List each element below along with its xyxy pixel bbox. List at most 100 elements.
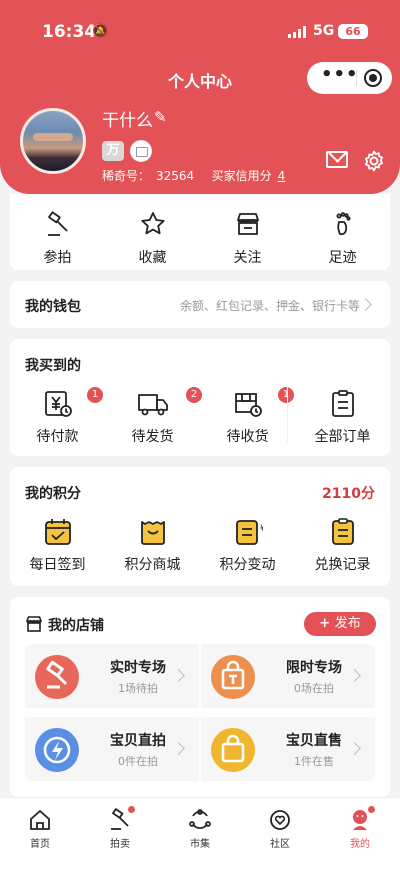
- wallet-row[interactable]: 我的钱包 余额、红包记录、押金、银行卡等: [10, 281, 390, 328]
- tile-subtitle: 1场待拍: [118, 682, 158, 695]
- id-card-icon: [130, 140, 152, 162]
- plus-icon: +: [319, 616, 335, 631]
- bottom-tab-bar: 首页 拍卖 市集 社区 我的: [0, 797, 400, 870]
- order-pending-receipt[interactable]: 1 待收货: [200, 387, 295, 449]
- footprint-icon: [335, 212, 351, 236]
- order-label: 全部订单: [314, 429, 371, 445]
- shop-tile-direct-auction[interactable]: 宝贝直拍 0件在拍: [25, 717, 199, 781]
- id-label: 稀奇号：: [102, 169, 151, 183]
- points-total: 2110分: [322, 486, 375, 502]
- auction-hammer-icon: [47, 211, 68, 236]
- mail-icon[interactable]: [326, 151, 348, 168]
- tile-title: 实时专场: [110, 660, 166, 676]
- user-badge: 万: [102, 141, 124, 161]
- tile-subtitle: 0件在拍: [118, 755, 158, 768]
- miniprogram-capsule: •••: [307, 62, 392, 94]
- order-count-badge: 1: [87, 387, 103, 403]
- tab-label: 拍卖: [110, 839, 130, 850]
- quick-item-favorites[interactable]: 收藏: [105, 194, 200, 270]
- lightning-icon: [35, 728, 79, 772]
- points-exchange-record[interactable]: 兑换记录: [295, 517, 390, 577]
- order-pending-shipment[interactable]: 2 待发货: [105, 387, 202, 449]
- shop-tile-live-session[interactable]: 实时专场 1场待拍: [25, 644, 199, 708]
- tab-label: 首页: [30, 839, 50, 850]
- quick-item-label: 参拍: [43, 250, 72, 266]
- points-change-icon: ¥: [235, 520, 263, 545]
- quick-actions: 参拍 收藏 关注 足迹: [10, 194, 390, 270]
- shopping-bag-icon: [140, 521, 165, 545]
- truck-icon: [137, 394, 168, 416]
- orders-section: 我买到的 1 待付款 2 待发货 1 待收货 全部订单: [10, 339, 390, 456]
- publish-label: 发布: [334, 616, 361, 631]
- notification-dot: [368, 806, 375, 813]
- quick-item-bid[interactable]: 参拍: [10, 194, 105, 270]
- store-icon: [236, 213, 259, 235]
- publish-button[interactable]: + 发布: [304, 612, 376, 636]
- tab-home[interactable]: 首页: [0, 798, 80, 870]
- calendar-check-icon: [44, 519, 71, 545]
- wallet-title: 我的钱包: [25, 299, 81, 315]
- points-label: 兑换记录: [314, 557, 371, 573]
- points-label: 积分变动: [219, 557, 276, 573]
- gear-icon[interactable]: [362, 149, 386, 173]
- order-label: 待付款: [36, 429, 79, 445]
- points-changes[interactable]: ¥ 积分变动: [200, 517, 295, 577]
- quick-item-label: 关注: [233, 250, 262, 266]
- network-label: 5G: [313, 23, 335, 39]
- mute-bell-icon: 🔕: [92, 24, 109, 39]
- order-label: 待收货: [226, 429, 269, 445]
- tab-auction[interactable]: 拍卖: [80, 798, 160, 870]
- wallet-subtitle: 余额、红包记录、押金、银行卡等: [179, 299, 360, 313]
- package-icon: [234, 393, 262, 417]
- clipboard-icon: [331, 390, 354, 417]
- credit-value[interactable]: 4: [278, 169, 286, 183]
- more-dots-icon[interactable]: •••: [321, 66, 358, 86]
- notification-dot: [128, 806, 135, 813]
- points-mall[interactable]: 积分商城: [105, 517, 200, 577]
- tab-label: 我的: [350, 839, 370, 850]
- timed-bag-icon: [211, 655, 255, 699]
- orders-divider: [287, 384, 288, 442]
- shop-tile-timed-session[interactable]: 限时专场 0场在拍: [201, 644, 375, 708]
- capsule-divider: [356, 70, 357, 86]
- tile-title: 限时专场: [286, 660, 342, 676]
- tile-title: 宝贝直售: [286, 733, 342, 749]
- battery-icon: 66: [338, 24, 368, 39]
- order-all[interactable]: 全部订单: [295, 389, 390, 449]
- points-title: 我的积分: [25, 486, 81, 502]
- quick-item-label: 足迹: [328, 250, 357, 266]
- shop-tile-direct-sale[interactable]: 宝贝直售 1件在售: [201, 717, 375, 781]
- order-pending-payment[interactable]: 1 待付款: [10, 387, 105, 449]
- tab-market[interactable]: 市集: [160, 798, 240, 870]
- orders-title: 我买到的: [25, 358, 81, 374]
- avatar[interactable]: [20, 108, 86, 174]
- points-label: 积分商城: [124, 557, 181, 573]
- order-label: 待发货: [131, 429, 174, 445]
- hammer-icon: [35, 655, 79, 699]
- tab-profile[interactable]: 我的: [320, 798, 400, 870]
- tab-label: 社区: [270, 839, 290, 850]
- exchange-record-icon: [331, 518, 354, 545]
- tab-community[interactable]: 社区: [240, 798, 320, 870]
- user-info-line: 稀奇号： 32564 买家信用分 4: [102, 167, 291, 184]
- community-icon: [270, 810, 290, 830]
- quick-item-following[interactable]: 关注: [200, 194, 295, 270]
- close-target-icon[interactable]: [364, 69, 382, 87]
- quick-item-footprints[interactable]: 足迹: [295, 194, 390, 270]
- points-label: 每日签到: [29, 557, 86, 573]
- points-daily-checkin[interactable]: 每日签到: [10, 517, 105, 577]
- credit-label: 买家信用分: [211, 169, 272, 183]
- home-icon: [30, 810, 50, 830]
- market-icon: [189, 809, 211, 830]
- signal-icon: [288, 26, 308, 38]
- tab-label: 市集: [190, 839, 210, 850]
- points-section: 我的积分 2110分 每日签到 积分商城 ¥ 积分变动 兑换记录: [10, 467, 390, 586]
- status-time: 16:34: [42, 22, 97, 42]
- shop-section: 我的店铺 + 发布 实时专场 1场待拍 限时专场 0场在拍 宝贝直拍 0件在拍 …: [10, 597, 390, 797]
- username: 干什么: [102, 111, 153, 131]
- quick-item-label: 收藏: [138, 250, 167, 266]
- profile-header: 16:34 🔕 5G 66 个人中心 ••• 干什么 ✎ 万 稀奇号： 32564…: [0, 0, 400, 194]
- id-value: 32564: [156, 169, 195, 183]
- edit-pencil-icon[interactable]: ✎: [154, 108, 167, 126]
- shop-title: 我的店铺: [48, 618, 104, 634]
